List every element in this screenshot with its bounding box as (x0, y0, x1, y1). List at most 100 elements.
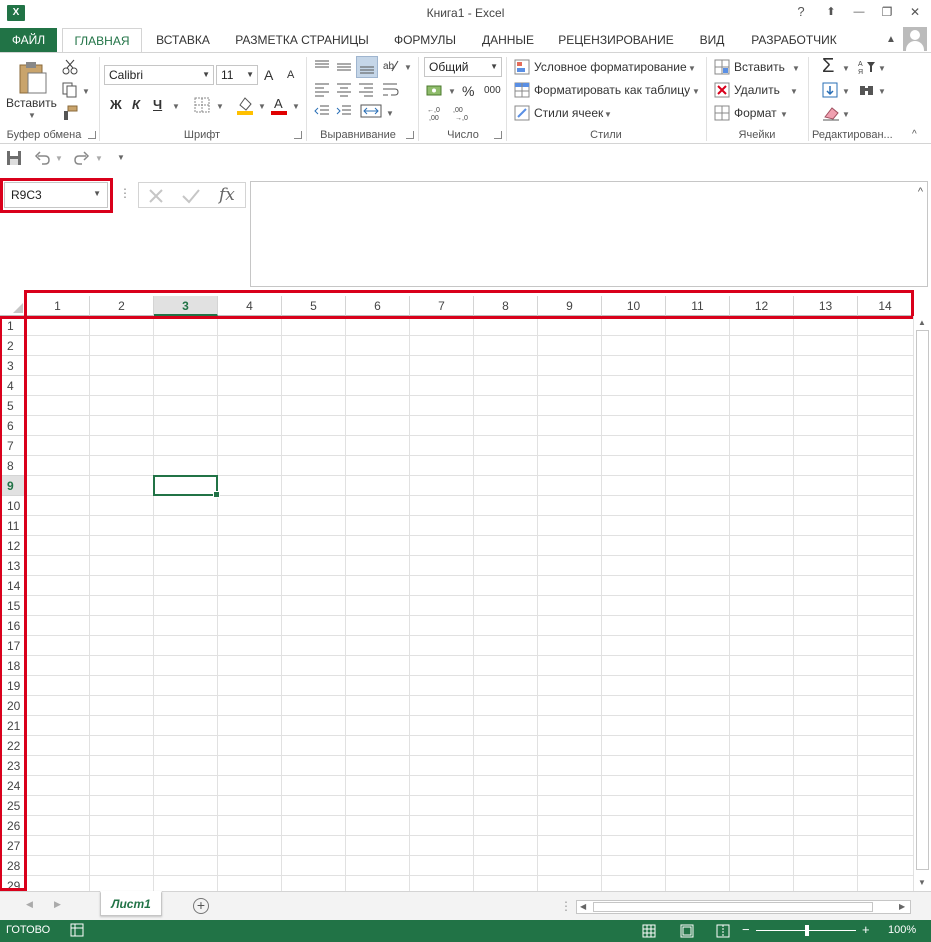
clear-dropdown-icon[interactable]: ▼ (842, 110, 850, 119)
bold-button[interactable]: Ж (110, 97, 122, 112)
macro-record-icon[interactable] (70, 923, 84, 937)
column-header[interactable]: 9 (538, 296, 602, 316)
minimize-icon[interactable]: — (847, 2, 871, 22)
column-header[interactable]: 1 (26, 296, 90, 316)
row-header[interactable]: 19 (0, 676, 26, 696)
row-header[interactable]: 28 (0, 856, 26, 876)
fill-icon[interactable] (822, 82, 838, 98)
formula-input[interactable]: ^ (250, 181, 928, 287)
column-header[interactable]: 3 (154, 296, 218, 316)
name-box[interactable]: R9C3 ▼ (4, 182, 108, 208)
row-header[interactable]: 7 (0, 436, 26, 456)
increase-decimal-icon[interactable]: ←,0,00 (426, 105, 446, 122)
column-header[interactable]: 10 (602, 296, 666, 316)
orientation-dropdown-icon[interactable]: ▼ (404, 63, 412, 72)
row-header[interactable]: 27 (0, 836, 26, 856)
align-right-icon[interactable] (358, 81, 374, 97)
clipboard-launcher-icon[interactable] (88, 131, 96, 139)
zoom-slider-thumb[interactable] (805, 925, 809, 936)
page-break-view-icon[interactable] (716, 924, 730, 938)
copy-dropdown-icon[interactable]: ▼ (82, 87, 90, 96)
row-header[interactable]: 12 (0, 536, 26, 556)
tab-file[interactable]: ФАЙЛ (0, 28, 57, 52)
align-bottom-icon[interactable] (356, 56, 378, 78)
row-header[interactable]: 1 (0, 316, 26, 336)
font-launcher-icon[interactable] (294, 131, 302, 139)
row-header[interactable]: 2 (0, 336, 26, 356)
scroll-down-icon[interactable]: ▼ (918, 878, 926, 887)
tab-home[interactable]: ГЛАВНАЯ (62, 28, 142, 53)
format-cells-icon[interactable] (714, 105, 730, 121)
font-color-icon[interactable]: A (270, 95, 288, 115)
column-header[interactable]: 13 (794, 296, 858, 316)
cancel-icon[interactable] (147, 187, 165, 205)
format-as-table-button[interactable]: Форматировать как таблицу (534, 83, 690, 97)
font-name-combo[interactable]: Calibri ▼ (104, 65, 214, 85)
row-header[interactable]: 18 (0, 656, 26, 676)
paste-icon[interactable] (14, 61, 48, 95)
scroll-left-icon[interactable]: ◀ (580, 902, 586, 911)
merge-center-icon[interactable] (360, 103, 382, 119)
merge-dropdown-icon[interactable]: ▼ (386, 109, 394, 118)
row-header[interactable]: 26 (0, 816, 26, 836)
row-header[interactable]: 11 (0, 516, 26, 536)
maximize-icon[interactable]: ❐ (875, 2, 899, 22)
wrap-text-icon[interactable] (382, 81, 400, 97)
normal-view-icon[interactable] (642, 924, 656, 938)
borders-dropdown-icon[interactable]: ▼ (216, 102, 224, 111)
align-middle-icon[interactable] (336, 59, 352, 75)
insert-cells-icon[interactable] (714, 59, 730, 75)
column-header[interactable]: 8 (474, 296, 538, 316)
tab-split-grip[interactable]: ⋮ (560, 899, 572, 913)
worksheet-grid[interactable]: 1 2 3 4 5 6 7 8 9 10 11 12 13 14 1 2 3 4 5 6 7 8 9 10 11 12 13 14 15… (0, 296, 931, 891)
row-header[interactable]: 13 (0, 556, 26, 576)
sort-filter-icon[interactable]: AЯ (858, 59, 876, 76)
row-header[interactable]: 4 (0, 376, 26, 396)
font-color-dropdown-icon[interactable]: ▼ (292, 102, 300, 111)
fill-color-icon[interactable] (236, 95, 254, 115)
select-all-button[interactable] (0, 296, 26, 316)
format-as-table-icon[interactable] (514, 82, 530, 98)
currency-format-icon[interactable] (426, 83, 446, 99)
row-header[interactable]: 23 (0, 756, 26, 776)
fill-dropdown-icon[interactable]: ▼ (842, 87, 850, 96)
active-cell[interactable] (153, 475, 220, 498)
increase-indent-icon[interactable] (336, 103, 352, 119)
collapse-ribbon-icon[interactable]: ^ (912, 129, 917, 140)
row-header[interactable]: 6 (0, 416, 26, 436)
align-left-icon[interactable] (314, 81, 330, 97)
italic-button[interactable]: К (132, 97, 140, 112)
decrease-indent-icon[interactable] (314, 103, 330, 119)
tab-page-layout[interactable]: РАЗМЕТКА СТРАНИЦЫ (228, 28, 376, 52)
tab-view[interactable]: ВИД (690, 28, 734, 52)
text-orientation-icon[interactable]: ab (382, 57, 400, 75)
zoom-level[interactable]: 100% (888, 924, 916, 936)
tab-developer[interactable]: РАЗРАБОТЧИК (744, 28, 844, 52)
clear-icon[interactable] (822, 105, 840, 121)
autosum-button[interactable]: Σ (822, 55, 834, 78)
underline-button[interactable]: Ч (153, 97, 162, 112)
find-dropdown-icon[interactable]: ▼ (878, 87, 886, 96)
page-layout-view-icon[interactable] (680, 924, 694, 938)
fill-color-dropdown-icon[interactable]: ▼ (258, 102, 266, 111)
row-header[interactable]: 15 (0, 596, 26, 616)
scroll-right-icon[interactable]: ▶ (899, 902, 905, 911)
row-header[interactable]: 5 (0, 396, 26, 416)
close-icon[interactable]: ✕ (903, 2, 927, 22)
row-header[interactable]: 8 (0, 456, 26, 476)
user-avatar[interactable] (903, 27, 927, 51)
column-header[interactable]: 14 (858, 296, 913, 316)
row-header[interactable]: 22 (0, 736, 26, 756)
align-center-icon[interactable] (336, 81, 352, 97)
next-sheet-icon[interactable]: ▶ (54, 899, 61, 910)
row-header[interactable]: 21 (0, 716, 26, 736)
cell-styles-dropdown-icon[interactable]: ▼ (604, 110, 612, 119)
copy-icon[interactable] (62, 82, 78, 98)
ribbon-display-options-icon[interactable]: ⬆ (819, 2, 843, 22)
undo-dropdown-icon[interactable]: ▼ (55, 154, 63, 163)
column-header[interactable]: 11 (666, 296, 730, 316)
column-header[interactable]: 6 (346, 296, 410, 316)
h-scroll-thumb[interactable] (593, 902, 873, 912)
cut-icon[interactable] (62, 59, 78, 75)
alignment-launcher-icon[interactable] (406, 131, 414, 139)
